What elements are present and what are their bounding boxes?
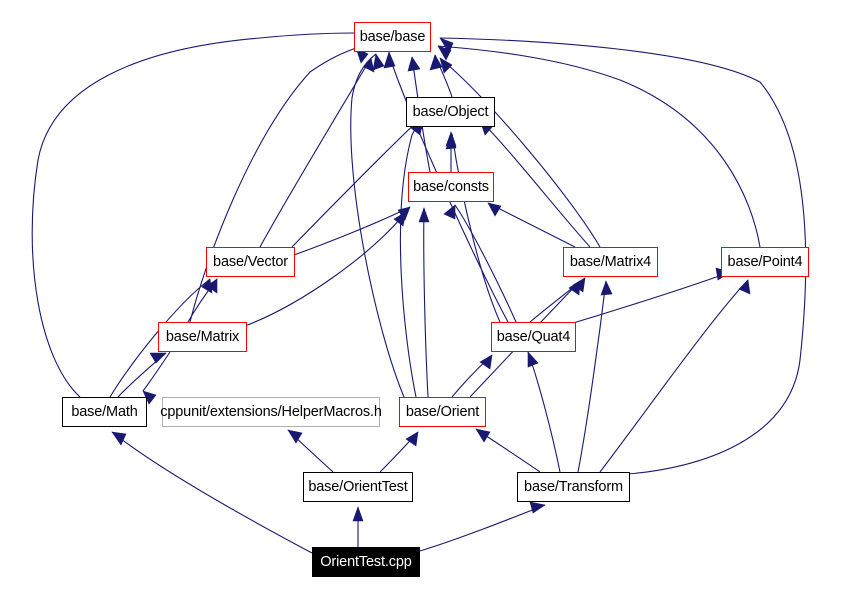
graph-node-base[interactable]: base/base <box>354 22 431 52</box>
arrowhead-transform-to-orient <box>475 428 491 443</box>
graph-node-label-quat4: base/Quat4 <box>496 328 571 345</box>
arrowhead-orient-to-matrix4 <box>568 280 581 296</box>
graph-node-label-base: base/base <box>359 28 426 45</box>
arrowhead-transform-to-matrix4 <box>600 280 613 296</box>
graph-edges-layer <box>31 32 807 554</box>
graph-node-label-consts: base/consts <box>413 178 489 195</box>
graph-node-vector[interactable]: base/Vector <box>206 247 295 277</box>
arrowhead-orienttestcpp-to-orienttest <box>352 506 364 522</box>
arrowhead-consts-to-base <box>407 56 421 72</box>
graph-node-label-math: base/Math <box>71 403 138 420</box>
arrowhead-transform-to-quat4 <box>527 351 539 368</box>
graph-node-math[interactable]: base/Math <box>62 397 147 427</box>
edge-orienttestcpp-to-math <box>111 431 313 554</box>
graph-node-label-object: base/Object <box>412 103 489 120</box>
arrowhead-orient-to-quat4 <box>479 354 493 370</box>
arrowhead-orienttest-to-orient <box>405 431 419 447</box>
edge-matrix4-to-consts <box>487 202 576 248</box>
edge-orient-to-base <box>350 53 405 398</box>
graph-node-label-transform: base/Transform <box>524 478 623 495</box>
edge-transform-to-point4 <box>599 279 749 473</box>
edge-point4-to-base <box>437 45 761 248</box>
arrowhead-orient-to-base <box>372 53 385 71</box>
graph-node-matrix[interactable]: base/Matrix <box>158 322 247 352</box>
graph-node-quat4[interactable]: base/Quat4 <box>491 322 576 352</box>
graph-node-label-orient: base/Orient <box>405 403 480 420</box>
edge-transform-to-quat4 <box>527 351 561 473</box>
graph-node-label-helpermacros: cppunit/extensions/HelperMacros.h <box>160 403 382 420</box>
edge-vector-to-consts <box>293 206 411 256</box>
arrowhead-orient-to-consts <box>418 207 430 223</box>
include-dependency-graph: base/base base/Object base/consts base/Vect… <box>0 0 862 590</box>
edge-quat4-to-consts <box>454 204 517 323</box>
graph-node-orienttest[interactable]: base/OrientTest <box>303 472 413 502</box>
arrowhead-quat4-to-consts <box>443 204 456 220</box>
graph-node-matrix4[interactable]: base/Matrix4 <box>563 247 658 277</box>
edge-orienttestcpp-to-transform <box>419 504 546 552</box>
edge-orient-to-object <box>399 120 424 398</box>
graph-node-label-vector: base/Vector <box>213 253 288 270</box>
graph-node-transform[interactable]: base/Transform <box>517 472 630 502</box>
graph-node-label-orienttestcpp: OrientTest.cpp <box>320 553 412 570</box>
arrowhead-orienttestcpp-to-transform <box>529 501 546 514</box>
graph-node-label-point4: base/Point4 <box>727 253 803 270</box>
edge-matrix4-to-object <box>479 119 591 248</box>
arrowhead-quat4-to-base <box>383 51 396 69</box>
graph-node-label-matrix: base/Matrix <box>165 328 240 345</box>
edge-orient-to-consts <box>423 207 429 398</box>
graph-node-label-matrix4: base/Matrix4 <box>569 253 652 270</box>
arrowhead-object-to-base <box>429 54 443 71</box>
graph-node-orient[interactable]: base/Orient <box>399 397 486 427</box>
edge-quat4-to-point4 <box>559 271 731 328</box>
graph-node-label-orienttest: base/OrientTest <box>308 478 408 495</box>
arrowhead-transform-to-point4 <box>738 279 751 295</box>
edge-transform-to-matrix4 <box>577 280 607 473</box>
arrowhead-orienttestcpp-to-math <box>111 431 127 446</box>
graph-node-helpermacros[interactable]: cppunit/extensions/HelperMacros.h <box>160 397 382 427</box>
arrowhead-matrix4-to-consts <box>487 202 502 217</box>
graph-node-consts[interactable]: base/consts <box>408 172 494 202</box>
graph-node-object[interactable]: base/Object <box>406 97 495 127</box>
graph-node-point4[interactable]: base/Point4 <box>721 247 809 277</box>
graph-node-orienttestcpp[interactable]: OrientTest.cpp <box>312 547 420 577</box>
edge-vector-to-object <box>291 114 425 248</box>
